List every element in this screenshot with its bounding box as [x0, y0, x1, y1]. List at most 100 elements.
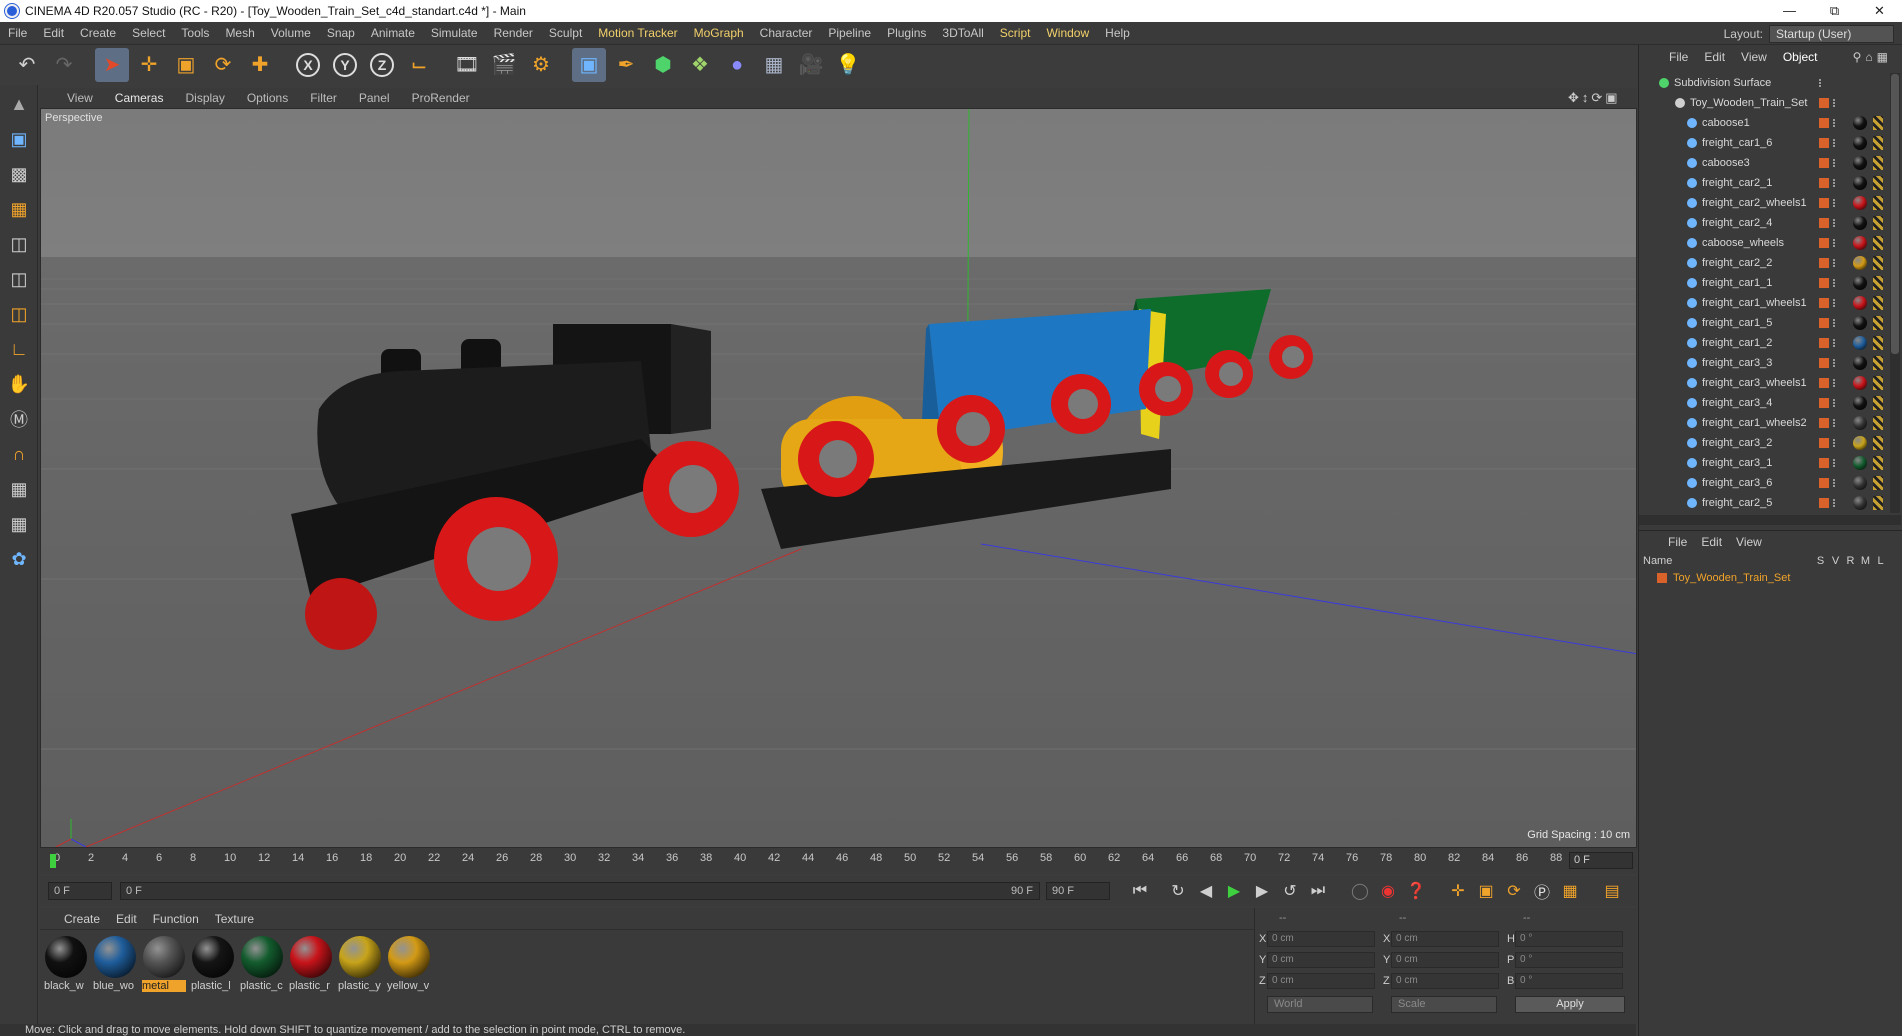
material-tag-icon[interactable]	[1853, 396, 1867, 410]
go-to-start-icon[interactable]: ⏮	[1127, 878, 1153, 904]
points-mode-icon[interactable]: ◫	[3, 228, 35, 260]
object-tree-row[interactable]: freight_car3_6	[1639, 473, 1887, 493]
coord-value-field[interactable]: 0 °	[1515, 952, 1623, 968]
material-tag-icon[interactable]	[1853, 236, 1867, 250]
object-tree-row[interactable]: freight_car1_2	[1639, 333, 1887, 353]
menu-script[interactable]: Script	[992, 22, 1039, 45]
playhead-marker[interactable]	[50, 854, 56, 868]
coord-value-field[interactable]: 0 cm	[1391, 952, 1499, 968]
coord-value-field[interactable]: 0 °	[1515, 973, 1623, 989]
visibility-dots-icon[interactable]	[1833, 499, 1836, 507]
start-frame-field[interactable]: 0 F	[48, 882, 112, 900]
material-swatch[interactable]: plastic_c	[240, 936, 284, 992]
visibility-dots-icon[interactable]	[1833, 259, 1836, 267]
key-pla-icon[interactable]: ▦	[1557, 878, 1583, 904]
visibility-dots-icon[interactable]	[1833, 439, 1836, 447]
go-to-end-icon[interactable]: ⏭	[1305, 878, 1331, 904]
visibility-dots-icon[interactable]	[1833, 179, 1836, 187]
texture-tag-icon[interactable]	[1873, 336, 1883, 350]
polygons-mode-icon[interactable]: ◫	[3, 298, 35, 330]
material-tag-icon[interactable]	[1853, 496, 1867, 510]
material-tag-icon[interactable]	[1853, 416, 1867, 430]
material-swatch[interactable]: blue_wo	[93, 936, 137, 992]
key-parameter-icon[interactable]: Ⓟ	[1529, 878, 1555, 904]
material-tag-icon[interactable]	[1853, 316, 1867, 330]
material-tag-icon[interactable]	[1853, 156, 1867, 170]
menu-mograph[interactable]: MoGraph	[686, 22, 752, 45]
scale-icon[interactable]: ▣	[169, 48, 203, 82]
menu-volume[interactable]: Volume	[263, 22, 319, 45]
attr-menu-view[interactable]: View	[1729, 535, 1769, 549]
select-arrow-icon[interactable]: ➤	[95, 48, 129, 82]
texture-tag-icon[interactable]	[1873, 236, 1883, 250]
visibility-dots-icon[interactable]	[1833, 319, 1836, 327]
restore-button[interactable]: ⧉	[1812, 0, 1857, 22]
texture-tag-icon[interactable]	[1873, 276, 1883, 290]
object-tree-row[interactable]: freight_car3_wheels1	[1639, 373, 1887, 393]
texture-tag-icon[interactable]	[1873, 496, 1883, 510]
render-view-icon[interactable]: 🎬	[487, 48, 521, 82]
visibility-dots-icon[interactable]	[1833, 279, 1836, 287]
object-manager-icons[interactable]: ⚲⌂▦	[1853, 50, 1892, 64]
make-editable-icon[interactable]: ▲	[3, 88, 35, 120]
material-menu-edit[interactable]: Edit	[108, 912, 145, 926]
object-tree-row[interactable]: freight_car2_2	[1639, 253, 1887, 273]
texture-tag-icon[interactable]	[1873, 136, 1883, 150]
material-menu-texture[interactable]: Texture	[207, 912, 262, 926]
texture-tag-icon[interactable]	[1873, 396, 1883, 410]
material-swatch[interactable]: plastic_r	[289, 936, 333, 992]
object-menu-file[interactable]: File	[1661, 50, 1696, 64]
object-list-hscrollbar[interactable]	[1639, 515, 1901, 525]
viewport-menu-cameras[interactable]: Cameras	[104, 91, 175, 105]
z-axis-icon[interactable]: Z	[365, 48, 399, 82]
menu-animate[interactable]: Animate	[363, 22, 423, 45]
menu-simulate[interactable]: Simulate	[423, 22, 486, 45]
menu-help[interactable]: Help	[1097, 22, 1138, 45]
visibility-dots-icon[interactable]	[1819, 79, 1822, 87]
visibility-dots-icon[interactable]	[1833, 379, 1836, 387]
x-axis-icon[interactable]: X	[291, 48, 325, 82]
viewport-menu-prorender[interactable]: ProRender	[401, 91, 481, 105]
object-tree-row[interactable]: caboose3	[1639, 153, 1887, 173]
pen-spline-icon[interactable]: ✒	[609, 48, 643, 82]
coordinate-system-icon[interactable]: ⌙	[402, 48, 436, 82]
timeline-window-icon[interactable]: ▤	[1599, 878, 1625, 904]
visibility-dots-icon[interactable]	[1833, 99, 1836, 107]
viewport-nav-icons[interactable]: ✥↕⟳▣	[1568, 90, 1621, 106]
timeline-ruler[interactable]: 0 2 4 6 8 10 12 14 16 18 20 22 24 26 28 30 32 34 36 38 40 42 4…	[40, 848, 1637, 874]
visibility-dots-icon[interactable]	[1833, 459, 1836, 467]
viewport-menu-filter[interactable]: Filter	[299, 91, 348, 105]
visibility-dots-icon[interactable]	[1833, 139, 1836, 147]
minimize-button[interactable]: —	[1767, 0, 1812, 22]
3d-viewport[interactable]: Perspective Grid Spacing : 10 cm	[40, 108, 1637, 848]
material-swatch[interactable]: black_w	[44, 936, 88, 992]
grid-snap-icon[interactable]: ▦	[3, 473, 35, 505]
lock-workplane-icon[interactable]: ▦	[3, 508, 35, 540]
menu-plugins[interactable]: Plugins	[879, 22, 934, 45]
deformer-icon[interactable]: ●	[720, 48, 754, 82]
key-position-icon[interactable]: ✛	[1445, 878, 1471, 904]
nurbs-generator-icon[interactable]: ⬢	[646, 48, 680, 82]
floor-environment-icon[interactable]: ▦	[757, 48, 791, 82]
play-icon[interactable]: ▶	[1221, 878, 1247, 904]
visibility-dots-icon[interactable]	[1833, 219, 1836, 227]
render-region-icon[interactable]: 🎞	[450, 48, 484, 82]
object-tree-row[interactable]: freight_car3_1	[1639, 453, 1887, 473]
end-frame-field[interactable]: 90 F	[1046, 882, 1110, 900]
light-icon[interactable]: 💡	[831, 48, 865, 82]
visibility-dots-icon[interactable]	[1833, 199, 1836, 207]
visibility-dots-icon[interactable]	[1833, 399, 1836, 407]
redo-icon[interactable]: ↷	[47, 48, 81, 82]
magnet-icon[interactable]: ∩	[3, 438, 35, 470]
menu-snap[interactable]: Snap	[319, 22, 363, 45]
object-tree-row[interactable]: freight_car2_5	[1639, 493, 1887, 513]
coord-value-field[interactable]: 0 cm	[1267, 931, 1375, 947]
menu-create[interactable]: Create	[72, 22, 124, 45]
menu-sculpt[interactable]: Sculpt	[541, 22, 590, 45]
material-tag-icon[interactable]	[1853, 276, 1867, 290]
material-tag-icon[interactable]	[1853, 356, 1867, 370]
material-tag-icon[interactable]	[1853, 456, 1867, 470]
close-button[interactable]: ✕	[1857, 0, 1902, 22]
material-tag-icon[interactable]	[1853, 436, 1867, 450]
viewport-menu-panel[interactable]: Panel	[348, 91, 401, 105]
